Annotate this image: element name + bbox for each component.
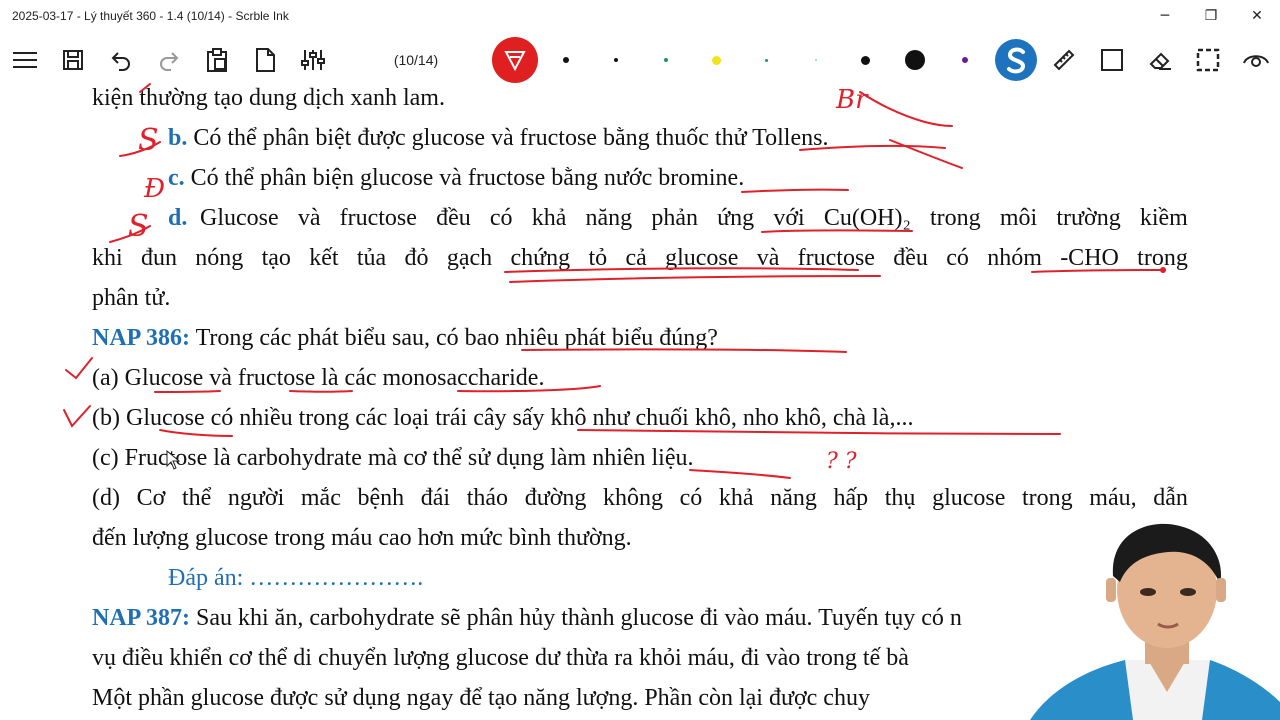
word: máu, [1089,485,1137,511]
window-title: 2025-03-17 - Lý thuyết 360 - 1.4 (10/14)… [12,9,289,23]
word: khi [92,245,123,271]
question-387: NAP 387: Sau khi ăn, carbohydrate sẽ phâ… [92,604,962,632]
word: tỏ [588,245,608,271]
pen-tool-icon [492,37,538,83]
word: khả [531,205,567,231]
close-button[interactable]: ✕ [1234,0,1280,32]
option-c: c. Có thể phân biện glucose và fructose … [168,164,744,192]
question-number: NAP 387: [92,605,190,631]
word: glucose [665,245,739,271]
word: và [756,245,780,271]
word: khả [718,485,754,511]
word: có [489,205,513,231]
word: với [773,205,805,231]
question-text: Trong các phát biểu sau, có bao nhiêu ph… [195,325,718,351]
word: fructose [797,245,875,271]
word: nóng [195,245,244,271]
text-line: kiện thường tạo dung dịch xanh lam. [92,85,445,111]
word: đường [524,485,587,511]
presenter-video [1030,523,1280,720]
question-number: NAP 386: [92,325,190,351]
option-label: b. [168,125,188,151]
text-line: Một phần glucose được sử dụng ngay để tạ… [92,685,870,711]
word: cả [625,245,647,271]
word: năng [585,205,633,231]
word: bệnh [357,485,405,511]
word: trong [930,205,981,231]
word: năng [770,485,817,511]
word: fructose [339,205,417,231]
word: -CHO [1060,245,1119,271]
statement-b: (b) Glucose có nhiều trong các loại trái… [92,405,914,431]
word: trường [1056,205,1121,231]
word: đái [420,485,451,511]
page-indicator: (10/14) [393,52,439,68]
word: đều [893,245,928,271]
word: Cơ [136,485,166,511]
word: tháo [466,485,509,511]
word: ứng [717,205,755,231]
word: có [679,485,703,511]
word: Cu(OH)₂ [823,205,911,231]
option-d: d. [168,204,187,232]
word: trong [1022,485,1073,511]
word: tạo [261,245,291,271]
word: gạch [446,245,493,271]
word: đun [140,245,177,271]
word: phản [651,205,698,231]
answer-line: Đáp án: …………………. [168,565,424,591]
word: có [946,245,969,271]
mouse-cursor-icon [166,450,180,470]
option-text: Có thể phân biệt được glucose và fructos… [193,125,829,151]
word: nhóm [987,245,1042,271]
scrble-logo-icon [995,39,1037,81]
question-386: NAP 386: Trong các phát biểu sau, có bao… [92,324,718,352]
word: và [297,205,321,231]
word: thụ [884,485,916,511]
word: môi [999,205,1038,231]
word: mắc [300,485,341,511]
word: thể [181,485,212,511]
question-text: Sau khi ăn, carbohydrate sẽ phân hủy thà… [196,605,962,631]
option-text: Có thể phân biện glucose và fructose bằn… [190,165,745,191]
statement-a: (a) Glucose và fructose là các monosacch… [92,365,545,391]
title-bar: 2025-03-17 - Lý thuyết 360 - 1.4 (10/14)… [0,0,1280,32]
option-label: c. [168,165,185,191]
word: đỏ [404,245,429,271]
word: hấp [833,485,869,511]
restore-button[interactable]: ❐ [1188,0,1234,32]
word: dẫn [1153,485,1188,511]
option-d-line-2: khi đun nóng tạo kết tủa đỏ gạch chứng tỏ cả glucos… [92,244,1188,272]
word: (d) [92,485,120,511]
statement-d-line-1: (d) Cơ thể người mắc bệnh đái tháo đường không có k… [92,484,1188,512]
word: kiềm [1139,205,1188,231]
statement-d-line-2: đến lượng glucose trong máu cao hơn mức … [92,525,632,551]
option-b: b. Có thể phân biệt được glucose và fruc… [168,124,828,152]
text-line: vụ điều khiển cơ thể di chuyển lượng glu… [92,645,909,671]
word: glucose [932,485,1006,511]
word: kết [309,245,339,271]
word: tủa [356,245,387,271]
statement-c: (c) Fructose là carbohydrate mà cơ thể s… [92,445,694,471]
word: người [227,485,285,511]
word: đều [436,205,471,231]
word: chứng [510,245,571,271]
minimize-button[interactable]: ─ [1142,0,1188,32]
option-d-line-3: phân tử. [92,285,171,311]
word: trong [1137,245,1188,271]
word: Glucose [200,205,279,231]
word: không [603,485,664,511]
option-label: d. [168,205,188,231]
webcam-overlay [1030,512,1280,720]
option-d-line-1: Glucose và fructose đều có khả năng phản ứng với C… [200,204,1188,232]
